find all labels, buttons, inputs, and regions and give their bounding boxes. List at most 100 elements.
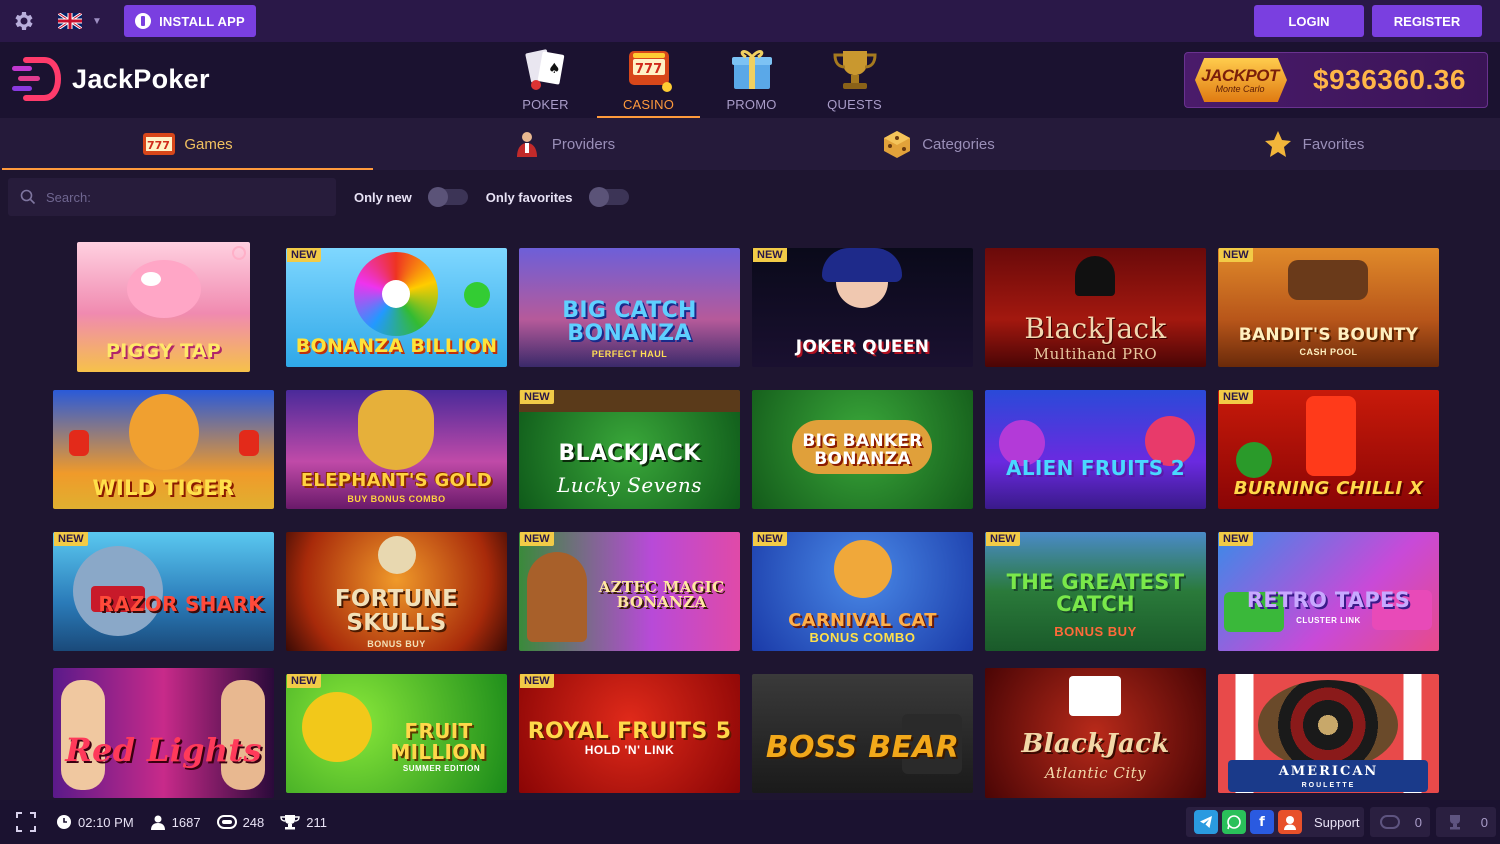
jackpot-banner[interactable]: JACKPOT Monte Carlo $936360.36 [1184,52,1488,108]
game-title: BIG CATCH BONANZA [562,297,697,346]
tables-stat: 248 [216,814,264,830]
only-favorites-toggle[interactable] [588,187,629,207]
game-title: CARNIVAL CAT [788,610,937,632]
tab-providers[interactable]: Providers [375,118,750,170]
only-new-filter: Only new [354,187,468,207]
facebook-icon[interactable]: f [1250,810,1274,834]
search-box [8,178,336,216]
tab-favorites[interactable]: Favorites [1125,118,1500,170]
game-subtitle: BUY BONUS COMBO [347,494,446,504]
only-favorites-filter: Only favorites [486,187,629,207]
whatsapp-icon[interactable] [1222,810,1246,834]
game-subtitle: BONUS COMBO [809,630,916,645]
game-tile[interactable]: NEW BONANZA BILLION [286,248,507,367]
game-tile[interactable]: FORTUNE SKULLS BONUS BUY [286,532,507,651]
support-agent-icon[interactable] [1278,810,1302,834]
category-tabs: 777 Games Providers Categories Favorites [0,118,1500,170]
game-tile[interactable]: NEW JOKER QUEEN [752,248,973,367]
only-new-label: Only new [354,189,412,205]
jackpoker-logo-icon [8,52,62,106]
game-subtitle: PERFECT HAUL [591,349,668,359]
game-tile[interactable]: ELEPHANT'S GOLD BUY BONUS COMBO [286,390,507,509]
game-title: Red Lights [65,731,262,770]
support-label[interactable]: Support [1314,815,1360,830]
game-title: ALIEN FRUITS 2 [1006,456,1185,480]
nav-poker-label: POKER [522,97,569,112]
game-tile[interactable]: BOSS BEAR [752,674,973,793]
game-subtitle: SUMMER EDITION [402,764,481,773]
register-button[interactable]: REGISTER [1372,5,1482,37]
install-app-button[interactable]: INSTALL APP [124,5,256,37]
language-selector[interactable]: ▼ [52,5,118,37]
game-tile[interactable]: BlackJack Atlantic City [985,668,1206,798]
trophy-icon [832,51,877,89]
game-tile[interactable]: NEW BURNING CHILLI X [1218,390,1439,509]
nav-promo[interactable]: PROMO [700,42,803,118]
game-tile[interactable]: NEW BANDIT'S BOUNTY CASH POOL [1218,248,1439,367]
game-tile[interactable]: ALIEN FRUITS 2 [985,390,1206,509]
search-input[interactable] [46,189,316,205]
game-tile[interactable]: NEW AZTEC MAGIC BONANZA [519,532,740,651]
only-new-toggle[interactable] [427,187,468,207]
game-tile[interactable]: AMERICAN ROULETTE [1218,674,1439,793]
search-icon [20,189,36,205]
new-badge: NEW [287,248,321,262]
clock-icon [56,814,72,830]
new-badge: NEW [287,674,321,688]
nav-casino[interactable]: 777 CASINO [597,42,700,118]
game-tile[interactable]: NEW CARNIVAL CAT BONUS COMBO [752,532,973,651]
tab-categories[interactable]: Categories [750,118,1125,170]
favorite-icon[interactable] [232,246,246,260]
telegram-icon[interactable] [1194,810,1218,834]
svg-text:777: 777 [147,139,170,152]
game-title: BlackJack [1021,728,1170,759]
game-subtitle: ROULETTE [1301,782,1356,789]
game-tile[interactable]: Red Lights [53,668,274,798]
settings-button[interactable] [0,0,46,42]
tournaments-counter[interactable]: 0 [1436,807,1496,837]
game-tile[interactable]: PIGGY TAP [77,242,250,372]
game-subtitle: Atlantic City [1044,764,1147,782]
tab-games[interactable]: 777 Games [0,118,375,170]
fullscreen-button[interactable] [4,800,48,844]
trophy-icon [1450,815,1460,830]
login-button[interactable]: LOGIN [1254,5,1364,37]
game-grid: PIGGY TAP NEW BONANZA BILLION BIG CATCH … [0,224,1500,800]
game-subtitle: Lucky Sevens [557,473,702,497]
nav-poker[interactable]: ♠ POKER [494,42,597,118]
game-tile[interactable]: NEW FRUIT MILLION SUMMER EDITION [286,674,507,793]
game-tile[interactable]: NEW THE GREATEST CATCH BONUS BUY [985,532,1206,651]
game-tile[interactable]: NEW RAZOR SHARK [53,532,274,651]
top-bar: ▼ INSTALL APP LOGIN REGISTER [0,0,1500,42]
user-icon [150,814,166,830]
fullscreen-icon [16,812,36,832]
poker-cards-icon: ♠ [524,49,564,90]
game-subtitle: BONUS BUY [367,639,426,649]
game-subtitle: CLUSTER LINK [1296,616,1361,625]
game-tile[interactable]: NEW BLACKJACK Lucky Sevens [519,390,740,509]
game-title: BONANZA BILLION [295,335,498,358]
game-tile[interactable]: WILD TIGER [53,390,274,509]
clock-time: 02:10 PM [78,814,134,830]
star-icon [1261,129,1295,159]
game-tile[interactable]: BIG CATCH BONANZA PERFECT HAUL [519,248,740,367]
logo[interactable]: JackPoker [8,52,210,106]
tables-counter[interactable]: 0 [1370,807,1430,837]
game-tile[interactable]: NEW ROYAL FRUITS 5 HOLD 'N' LINK [519,674,740,793]
tables-counter-value: 0 [1414,814,1422,830]
nav-quests[interactable]: QUESTS [803,42,906,118]
table-icon [216,814,237,830]
game-tile[interactable]: BlackJack Multihand PRO [985,248,1206,367]
game-title: BURNING CHILLI X [1233,478,1424,500]
game-tile[interactable]: NEW RETRO TAPES CLUSTER LINK [1218,532,1439,651]
tab-favorites-label: Favorites [1302,135,1365,153]
game-title: AZTEC MAGIC BONANZA [598,577,725,612]
game-title: WILD TIGER [92,475,235,500]
game-title: BlackJack [1024,311,1167,345]
chevron-down-icon: ▼ [92,15,102,27]
install-app-label: INSTALL APP [159,13,245,29]
game-title: THE GREATEST CATCH [1006,569,1185,616]
game-title: BANDIT'S BOUNTY [1238,325,1419,346]
game-tile[interactable]: BIG BANKER BONANZA [752,390,973,509]
game-title: RAZOR SHARK [98,592,264,616]
